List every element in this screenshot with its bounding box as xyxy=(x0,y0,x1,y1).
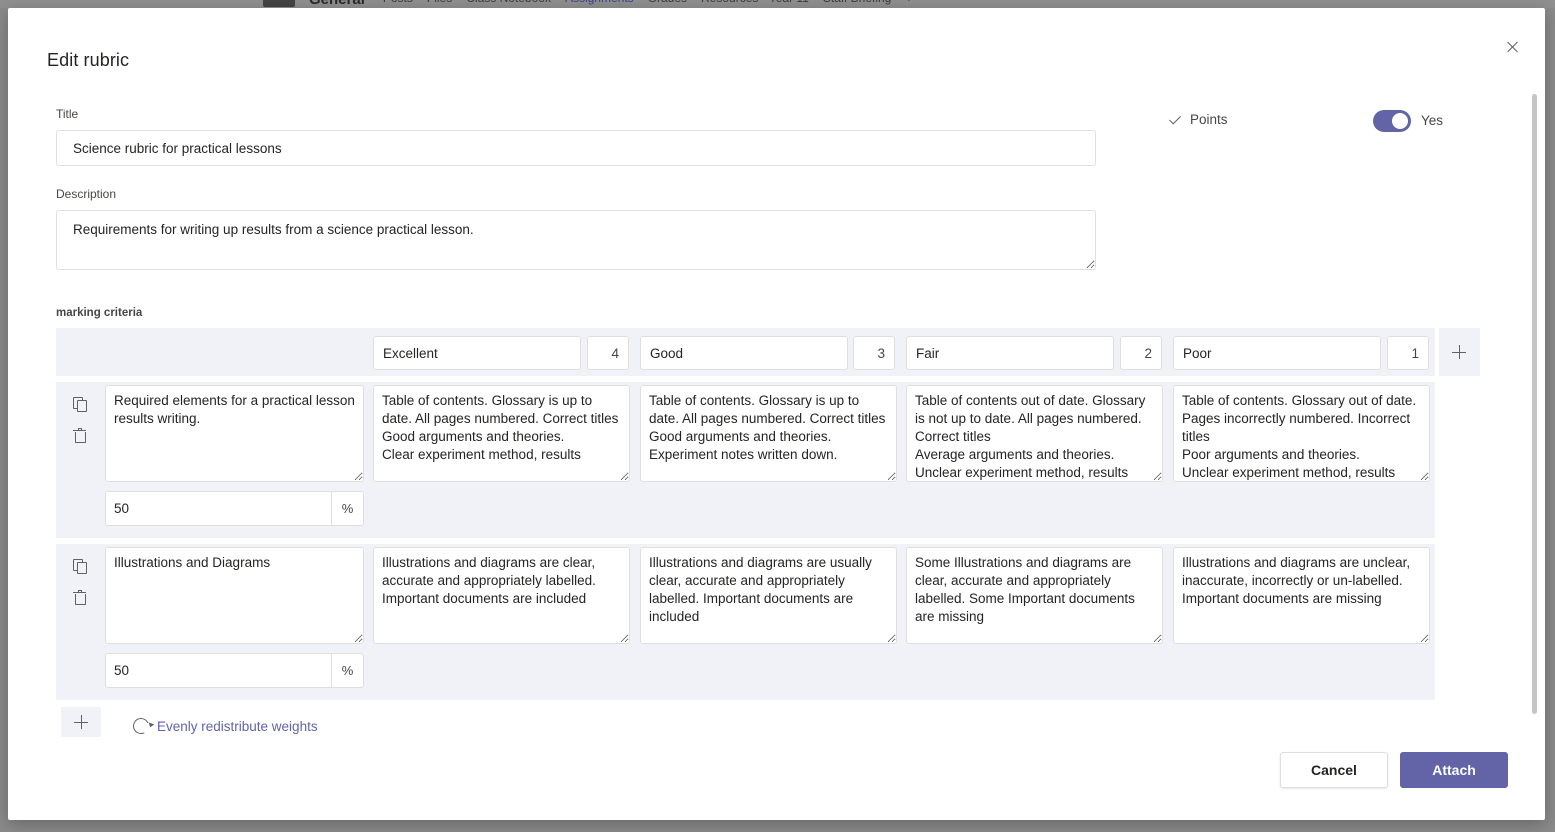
redistribute-weights-link[interactable]: Evenly redistribute weights xyxy=(130,715,318,737)
level-description-fair[interactable]: Some Illustrations and diagrams are clea… xyxy=(906,547,1163,644)
add-criterion-button[interactable] xyxy=(61,707,101,737)
points-option[interactable]: Points xyxy=(1168,112,1228,127)
level-description-excellent[interactable]: Illustrations and diagrams are clear, ac… xyxy=(373,547,630,644)
level-name-input[interactable] xyxy=(640,336,848,370)
duplicate-criterion-icon[interactable] xyxy=(72,396,88,412)
add-level-button[interactable] xyxy=(1439,328,1480,376)
level-description-poor[interactable]: Table of contents. Glossary out of date.… xyxy=(1173,385,1430,482)
description-textarea[interactable]: Requirements for writing up results from… xyxy=(56,210,1096,270)
weight-percent-suffix: % xyxy=(331,491,364,526)
title-input[interactable] xyxy=(56,130,1096,166)
title-label: Title xyxy=(56,107,79,121)
level-name-input[interactable] xyxy=(373,336,581,370)
edit-rubric-dialog: Edit rubric Title Description Requiremen… xyxy=(8,8,1545,820)
tab-staff-briefing: Staff Briefing xyxy=(823,0,891,8)
channel-name: General xyxy=(309,0,365,8)
team-avatar-icon xyxy=(263,0,295,7)
close-icon[interactable] xyxy=(1501,35,1525,59)
level-points-input[interactable] xyxy=(1120,336,1162,370)
level-name-input[interactable] xyxy=(906,336,1114,370)
tab-class-notebook: Class Notebook xyxy=(466,0,551,8)
points-toggle-label: Yes xyxy=(1421,113,1444,128)
criterion-description[interactable]: Illustrations and Diagrams xyxy=(105,547,364,644)
level-points-input[interactable] xyxy=(853,336,895,370)
duplicate-criterion-icon[interactable] xyxy=(72,558,88,574)
level-description-good[interactable]: Table of contents. Glossary is up to dat… xyxy=(640,385,897,482)
redistribute-weights-label: Evenly redistribute weights xyxy=(157,718,318,734)
cancel-button[interactable]: Cancel xyxy=(1280,752,1388,788)
toggle-knob xyxy=(1392,113,1408,129)
description-label: Description xyxy=(56,187,117,201)
level-points-input[interactable] xyxy=(587,336,629,370)
level-name-input[interactable] xyxy=(1173,336,1381,370)
background-app-header: General Posts Files Class Notebook Assig… xyxy=(0,0,1555,8)
check-icon xyxy=(1168,113,1182,127)
attach-button[interactable]: Attach xyxy=(1400,752,1508,788)
level-description-excellent[interactable]: Table of contents. Glossary is up to dat… xyxy=(373,385,630,482)
add-tab-button: + xyxy=(905,0,912,8)
level-points-input[interactable] xyxy=(1387,336,1429,370)
delete-criterion-icon[interactable] xyxy=(72,428,88,444)
weight-input[interactable] xyxy=(105,491,332,526)
tab-posts: Posts xyxy=(383,0,413,8)
tab-resources: Resources - Year 11 xyxy=(701,0,809,8)
marking-criteria-label: marking criteria xyxy=(56,307,143,319)
weight-percent-suffix: % xyxy=(331,653,364,688)
plus-icon xyxy=(1452,345,1466,359)
level-description-good[interactable]: Illustrations and diagrams are usually c… xyxy=(640,547,897,644)
tab-files: Files xyxy=(427,0,452,8)
background-tab-bar: General Posts Files Class Notebook Assig… xyxy=(263,0,912,8)
dialog-title: Edit rubric xyxy=(47,50,130,70)
criterion-description[interactable]: Required elements for a practical lesson… xyxy=(105,385,364,482)
points-label: Points xyxy=(1190,112,1228,127)
level-description-fair[interactable]: Table of contents out of date. Glossary … xyxy=(906,385,1163,482)
points-toggle[interactable] xyxy=(1373,110,1411,132)
plus-icon xyxy=(74,715,88,729)
dialog-scrollbar[interactable] xyxy=(1532,94,1537,714)
tab-assignments: Assignments xyxy=(565,0,634,8)
tab-grades: Grades xyxy=(648,0,687,8)
refresh-icon xyxy=(130,715,152,737)
delete-criterion-icon[interactable] xyxy=(72,590,88,606)
weight-input[interactable] xyxy=(105,653,332,688)
level-description-poor[interactable]: Illustrations and diagrams are unclear, … xyxy=(1173,547,1430,644)
